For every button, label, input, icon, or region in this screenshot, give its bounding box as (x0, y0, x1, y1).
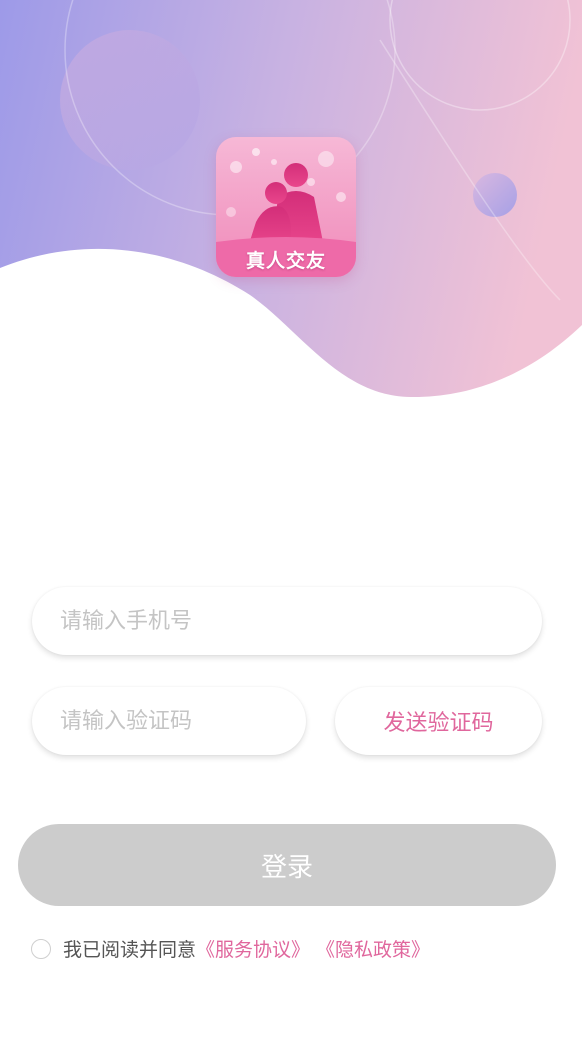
phone-input-container (32, 587, 542, 655)
agreement-text: 我已阅读并同意 (63, 939, 197, 961)
login-button[interactable]: 登录 (18, 824, 556, 906)
agreement-checkbox[interactable] (31, 938, 51, 959)
logo-text: 真人交友 (245, 250, 326, 272)
agreement-row: 我已阅读并同意 《服务协议》 《隐私政策》 (31, 935, 430, 962)
service-agreement-link[interactable]: 《服务协议》 (196, 935, 310, 962)
send-code-button[interactable]: 发送验证码 (335, 687, 542, 755)
phone-input[interactable] (32, 587, 542, 655)
privacy-policy-link[interactable]: 《隐私政策》 (316, 935, 430, 962)
code-input-container (32, 687, 306, 755)
verification-code-input[interactable] (32, 687, 306, 755)
app-logo: 真人交友 (216, 137, 356, 277)
